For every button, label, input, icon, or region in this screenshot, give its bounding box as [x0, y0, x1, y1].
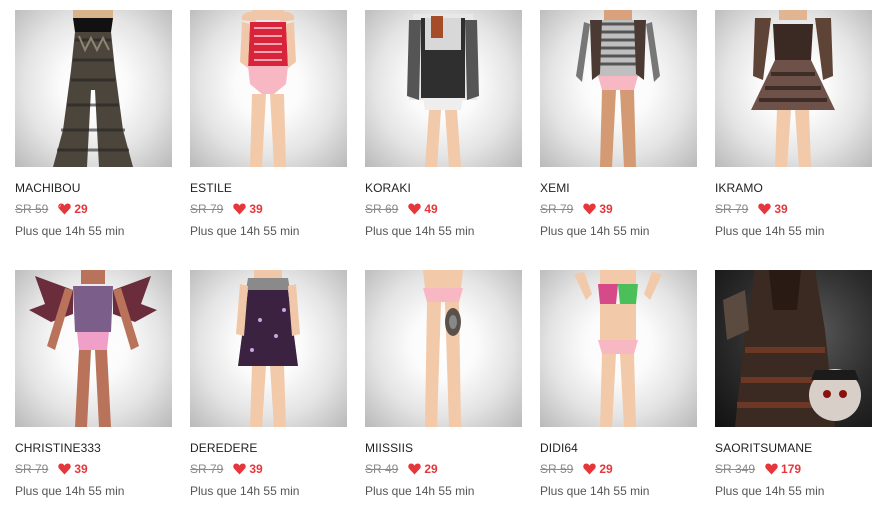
heart-icon [233, 463, 247, 475]
heart-icon [408, 203, 422, 215]
old-price: SR 49 [365, 462, 399, 476]
sale-price: 179 [781, 462, 802, 476]
countdown-timer: Plus que 14h 55 min [190, 224, 300, 238]
outfit-thumbnail[interactable] [365, 270, 522, 427]
old-price: SR 69 [365, 202, 399, 216]
price-row: SR 79 39 [540, 202, 697, 216]
outfit-thumbnail[interactable] [540, 10, 697, 167]
old-price: SR 79 [190, 462, 224, 476]
price-row: SR 79 39 [190, 202, 347, 216]
sale-price: 39 [599, 202, 613, 216]
outfit-thumbnail[interactable] [15, 270, 172, 427]
old-price: SR 79 [715, 202, 749, 216]
outfit-card[interactable]: MACHIBOU SR 59 29 Plus que 14h 55 min [15, 10, 172, 270]
heart-icon [58, 203, 72, 215]
outfit-thumbnail[interactable] [540, 270, 697, 427]
sale-price: 39 [74, 462, 88, 476]
outfit-name[interactable]: ESTILE [190, 181, 347, 195]
sale-price: 29 [424, 462, 438, 476]
countdown-timer: Plus que 14h 55 min [540, 224, 650, 238]
outfit-card[interactable]: DEREDERE SR 79 39 Plus que 14h 55 min [190, 270, 347, 530]
old-price: SR 79 [15, 462, 49, 476]
price-row: SR 49 29 [365, 462, 522, 476]
outfit-name[interactable]: XEMI [540, 181, 697, 195]
sale-price: 29 [74, 202, 88, 216]
outfit-name[interactable]: DEREDERE [190, 441, 347, 455]
heart-icon [58, 463, 72, 475]
price-row: SR 79 39 [15, 462, 172, 476]
sale-price: 39 [249, 462, 263, 476]
old-price: SR 79 [540, 202, 574, 216]
sale-price: 49 [424, 202, 438, 216]
outfit-card[interactable]: IKRAMO SR 79 39 Plus que 14h 55 min [715, 10, 872, 270]
outfit-card[interactable]: XEMI SR 79 39 Plus que 14h 55 min [540, 10, 697, 270]
old-price: SR 349 [715, 462, 756, 476]
price-row: SR 79 39 [190, 462, 347, 476]
countdown-timer: Plus que 14h 55 min [540, 484, 650, 498]
countdown-timer: Plus que 14h 55 min [715, 484, 825, 498]
outfit-row: CHRISTINE333 SR 79 39 Plus que 14h 55 mi… [15, 270, 885, 530]
price-row: SR 349 179 [715, 462, 872, 476]
outfit-thumbnail[interactable] [715, 10, 872, 167]
outfit-name[interactable]: IKRAMO [715, 181, 872, 195]
outfit-grid: MACHIBOU SR 59 29 Plus que 14h 55 min ES… [15, 10, 885, 530]
outfit-thumbnail[interactable] [15, 10, 172, 167]
price-row: SR 69 49 [365, 202, 522, 216]
heart-icon [758, 203, 772, 215]
countdown-timer: Plus que 14h 55 min [715, 224, 825, 238]
sale-price: 29 [599, 462, 613, 476]
outfit-name[interactable]: KORAKI [365, 181, 522, 195]
price-row: SR 59 29 [540, 462, 697, 476]
outfit-name[interactable]: DIDI64 [540, 441, 697, 455]
heart-icon [408, 463, 422, 475]
heart-icon [233, 203, 247, 215]
outfit-card[interactable]: MIISSIIS SR 49 29 Plus que 14h 55 min [365, 270, 522, 530]
old-price: SR 59 [15, 202, 49, 216]
countdown-timer: Plus que 14h 55 min [15, 484, 125, 498]
outfit-card[interactable]: SAORITSUMANE SR 349 179 Plus que 14h 55 … [715, 270, 872, 530]
old-price: SR 59 [540, 462, 574, 476]
outfit-name[interactable]: CHRISTINE333 [15, 441, 172, 455]
outfit-thumbnail[interactable] [190, 270, 347, 427]
outfit-thumbnail[interactable] [715, 270, 872, 427]
countdown-timer: Plus que 14h 55 min [190, 484, 300, 498]
outfit-card[interactable]: ESTILE SR 79 39 Plus que 14h 55 min [190, 10, 347, 270]
sale-price: 39 [774, 202, 788, 216]
countdown-timer: Plus que 14h 55 min [365, 484, 475, 498]
outfit-name[interactable]: MACHIBOU [15, 181, 172, 195]
heart-icon [765, 463, 778, 475]
outfit-thumbnail[interactable] [190, 10, 347, 167]
heart-icon [583, 203, 597, 215]
countdown-timer: Plus que 14h 55 min [15, 224, 125, 238]
outfit-card[interactable]: CHRISTINE333 SR 79 39 Plus que 14h 55 mi… [15, 270, 172, 530]
price-row: SR 79 39 [715, 202, 872, 216]
outfit-name[interactable]: MIISSIIS [365, 441, 522, 455]
price-row: SR 59 29 [15, 202, 172, 216]
sale-price: 39 [249, 202, 263, 216]
outfit-card[interactable]: DIDI64 SR 59 29 Plus que 14h 55 min [540, 270, 697, 530]
outfit-card[interactable]: KORAKI SR 69 49 Plus que 14h 55 min [365, 10, 522, 270]
outfit-row: MACHIBOU SR 59 29 Plus que 14h 55 min ES… [15, 10, 885, 270]
old-price: SR 79 [190, 202, 224, 216]
outfit-name[interactable]: SAORITSUMANE [715, 441, 872, 455]
heart-icon [583, 463, 597, 475]
countdown-timer: Plus que 14h 55 min [365, 224, 475, 238]
outfit-thumbnail[interactable] [365, 10, 522, 167]
